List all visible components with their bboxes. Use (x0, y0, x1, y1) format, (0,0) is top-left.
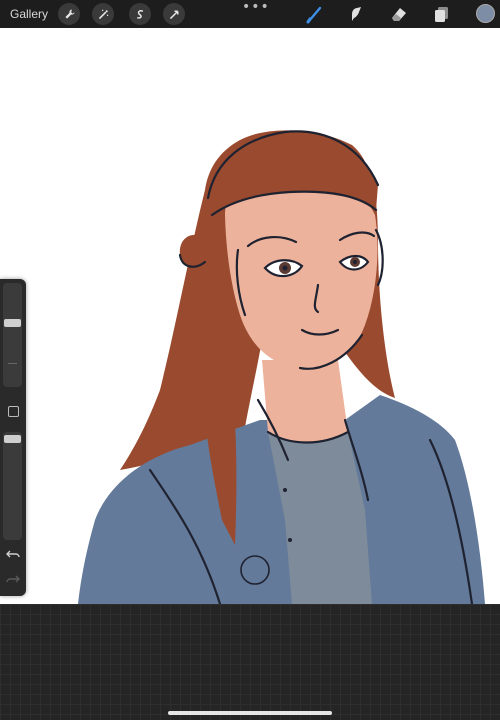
gallery-button[interactable]: Gallery (10, 7, 48, 21)
selection-tool-icon[interactable] (129, 3, 151, 25)
selection-icon (136, 9, 143, 19)
character-illustration (78, 130, 485, 604)
canvas-background-grid (0, 604, 500, 720)
smudge-tool-button[interactable] (346, 4, 366, 24)
transform-icon (169, 10, 178, 19)
adjustments-magic-wand-icon[interactable] (92, 3, 114, 25)
left-sidebar (0, 279, 26, 596)
drawing-canvas[interactable] (0, 28, 500, 604)
layers-icon (435, 7, 448, 22)
brush-icon (306, 6, 322, 24)
transform-tool-icon[interactable] (163, 3, 185, 25)
slider-tick (8, 363, 17, 364)
top-toolbar: Gallery ••• (0, 0, 500, 28)
eraser-icon (392, 8, 406, 21)
brush-size-thumb[interactable] (4, 319, 21, 327)
magic-wand-icon (98, 9, 108, 19)
modify-button[interactable] (8, 406, 19, 417)
actions-wrench-icon[interactable] (58, 3, 80, 25)
more-options-button[interactable]: ••• (242, 0, 270, 14)
color-swatch[interactable] (476, 4, 495, 23)
redo-icon[interactable] (6, 573, 20, 585)
layers-button[interactable] (432, 4, 452, 24)
opacity-thumb[interactable] (4, 435, 21, 443)
eraser-tool-button[interactable] (389, 4, 409, 24)
brush-tool-button[interactable] (305, 4, 325, 24)
opacity-slider[interactable] (3, 432, 22, 540)
undo-icon[interactable] (6, 548, 20, 560)
home-indicator[interactable] (168, 711, 332, 715)
wrench-icon (64, 9, 74, 19)
smudge-icon (352, 7, 361, 21)
brush-size-slider[interactable] (3, 283, 22, 387)
